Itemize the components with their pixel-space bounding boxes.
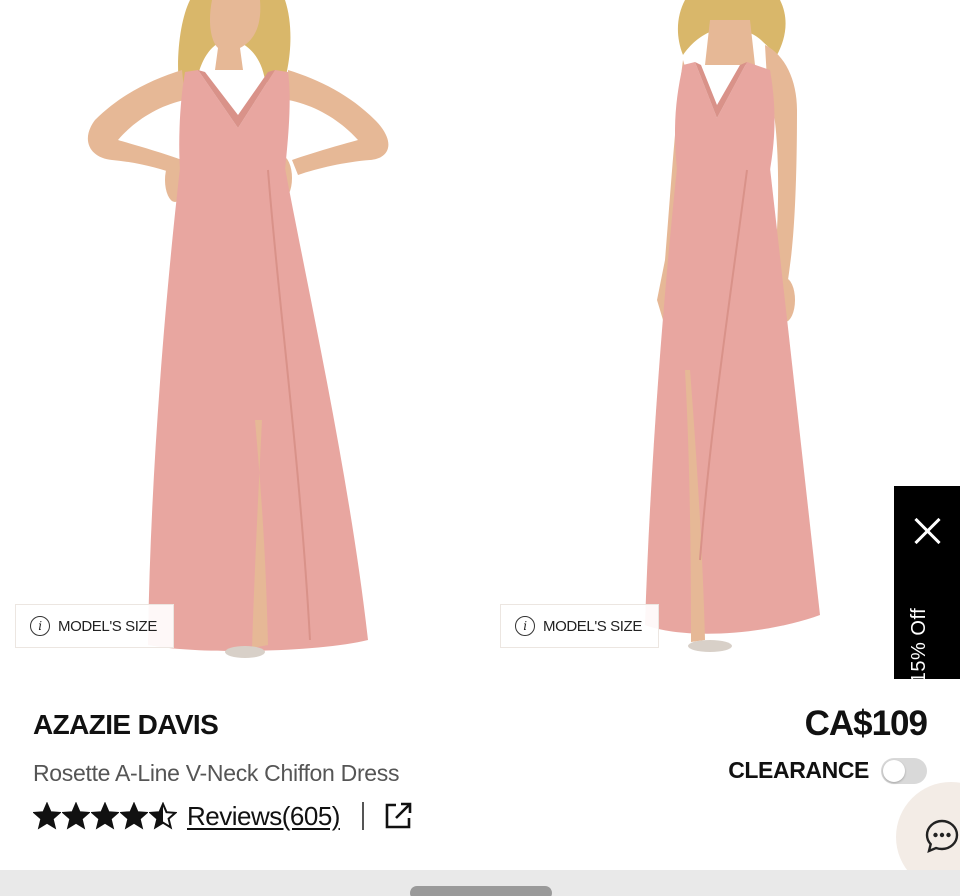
dress-side-illustration [645,0,820,652]
chat-icon [925,819,959,854]
close-icon[interactable] [912,516,942,546]
clearance-label: CLEARANCE [728,757,869,783]
promo-text: 15% Off [908,607,931,684]
product-price: CA$109 [804,704,928,743]
model-size-label: MODEL'S SIZE [543,617,642,635]
product-gallery: i MODEL'S SIZE i MODEL'S SIZE [0,0,960,680]
star-icon [62,802,90,830]
clearance-toggle-row: CLEARANCE [728,757,927,784]
product-photo-side[interactable]: i MODEL'S SIZE [485,0,960,670]
info-icon: i [30,616,50,636]
external-link-icon[interactable] [382,800,414,832]
divider [361,802,364,830]
product-name: Rosette A-Line V-Neck Chiffon Dress [33,760,400,786]
star-rating [33,802,177,830]
model-size-label: MODEL'S SIZE [58,617,157,635]
promo-text-container: 15% Off [908,608,942,683]
product-brand: AZAZIE DAVIS [33,709,219,740]
info-icon: i [515,616,535,636]
home-indicator[interactable] [410,886,552,896]
star-icon [33,802,61,830]
discount-promo-tab[interactable]: 15% Off [894,486,960,683]
star-icon [120,802,148,830]
clearance-toggle[interactable] [881,757,927,784]
product-photo-front[interactable]: i MODEL'S SIZE [0,0,485,670]
model-size-button-left[interactable]: i MODEL'S SIZE [15,604,174,648]
model-size-button-right[interactable]: i MODEL'S SIZE [500,604,659,648]
dress-front-illustration [87,0,389,658]
rating-row: Reviews(605) [33,800,414,832]
star-icon [149,802,177,830]
star-icon [91,802,119,830]
toggle-knob [883,759,905,782]
reviews-link[interactable]: Reviews(605) [187,801,340,832]
